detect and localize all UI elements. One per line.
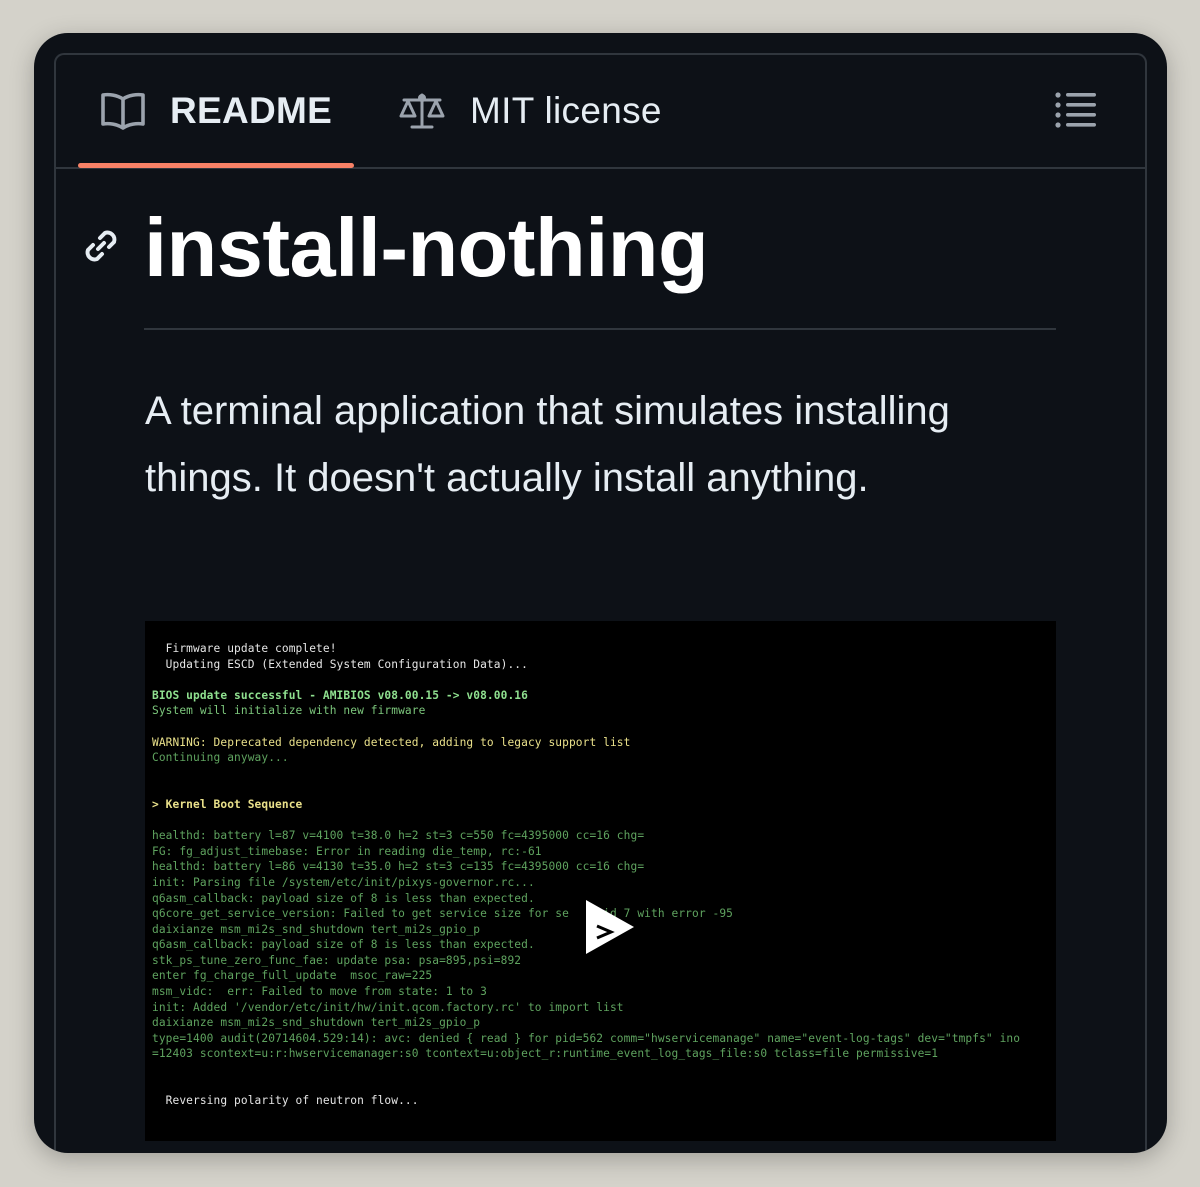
list-unordered-icon bbox=[1055, 92, 1097, 133]
terminal-line: WARNING: Deprecated dependency detected,… bbox=[152, 735, 631, 749]
tab-license-label: MIT license bbox=[470, 90, 662, 131]
terminal-line: System will initialize with new firmware bbox=[152, 704, 426, 718]
outline-button[interactable] bbox=[1055, 91, 1097, 134]
tab-readme[interactable]: README bbox=[100, 55, 332, 167]
terminal-line: > Kernel Boot Sequence bbox=[152, 797, 303, 811]
terminal-line: Reversing polarity of neutron flow... bbox=[152, 1094, 419, 1108]
link-icon[interactable] bbox=[80, 225, 122, 272]
terminal-line: Firmware update complete! bbox=[152, 642, 337, 655]
terminal-line: healthd: battery l=87 v=4100 t=38.0 h=2 … bbox=[152, 829, 645, 843]
terminal-line: type=1400 audit(20714604.529:14): avc: d… bbox=[152, 1031, 1021, 1045]
law-scale-icon bbox=[398, 91, 446, 131]
terminal-line: enter fg_charge_full_update msoc_raw=225 bbox=[152, 969, 433, 983]
terminal-line: Updating ESCD (Extended System Configura… bbox=[152, 657, 528, 671]
terminal-line: init: Added '/vendor/etc/init/hw/init.qc… bbox=[152, 1000, 624, 1014]
terminal-line: FG: fg_adjust_timebase: Error in reading… bbox=[152, 844, 542, 858]
terminal-line: healthd: battery l=86 v=4130 t=35.0 h=2 … bbox=[152, 860, 645, 874]
terminal-line: Continuing anyway... bbox=[152, 751, 289, 765]
play-icon[interactable] bbox=[583, 896, 637, 963]
terminal-line: BIOS update successful - AMIBIOS v08.00.… bbox=[152, 688, 528, 702]
page-title: install-nothing bbox=[144, 201, 709, 294]
terminal-output: Firmware update complete! Updating ESCD … bbox=[152, 641, 1056, 1109]
tab-license[interactable]: MIT license bbox=[398, 55, 662, 167]
terminal-line: init: Parsing file /system/etc/init/pixy… bbox=[152, 875, 535, 889]
readme-card: README MIT license install-nothing A ter… bbox=[34, 33, 1167, 1153]
active-tab-underline bbox=[78, 163, 354, 168]
demo-video[interactable]: Firmware update complete! Updating ESCD … bbox=[145, 621, 1056, 1141]
terminal-line: msm_vidc: err: Failed to move from state… bbox=[152, 985, 487, 999]
heading-divider bbox=[144, 328, 1056, 330]
tab-bar: README MIT license bbox=[56, 55, 1145, 169]
description: A terminal application that simulates in… bbox=[145, 389, 950, 500]
terminal-line: =12403 scontext=u:r:hwservicemanager:s0 … bbox=[152, 1047, 939, 1061]
terminal-line: daixianze msm_mi2s_snd_shutdown tert_mi2… bbox=[152, 1016, 481, 1030]
book-icon bbox=[100, 91, 146, 131]
tab-readme-label: README bbox=[170, 90, 333, 131]
